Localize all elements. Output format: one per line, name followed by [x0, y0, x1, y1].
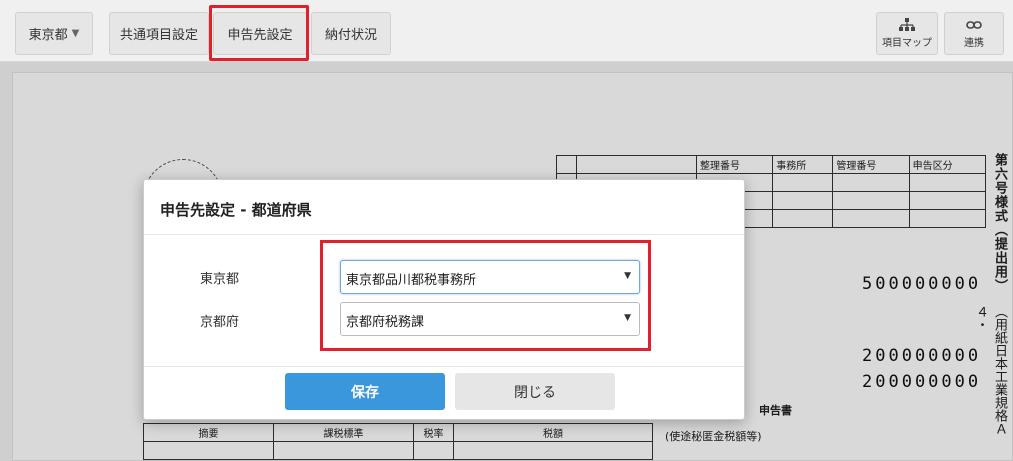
close-button[interactable]: 閉じる: [455, 373, 615, 410]
chevron-down-icon: ▼: [71, 28, 80, 39]
dialog-title: 申告先設定 - 都道府県: [160, 201, 312, 219]
tab-common-settings[interactable]: 共通項目設定: [109, 12, 209, 55]
sitemap-icon: [899, 18, 915, 31]
prefecture-selector[interactable]: 東京都 ▼: [15, 12, 93, 55]
toolbar: 東京都 ▼ 共通項目設定 申告先設定 納付状況 項目マップ 連携: [0, 0, 1013, 62]
integration-label: 連携: [964, 38, 984, 49]
select-highlight-box: [320, 240, 651, 351]
save-button[interactable]: 保存: [285, 373, 445, 410]
tab-payment-status[interactable]: 納付状況: [311, 12, 391, 55]
row-label-tokyo: 東京都: [200, 272, 240, 287]
tab-highlight-box: [209, 5, 309, 61]
integration-button[interactable]: 連携: [944, 12, 1004, 55]
row-label-kyoto: 京都府: [200, 315, 240, 330]
item-map-button[interactable]: 項目マップ: [876, 12, 938, 55]
dialog-divider: [144, 234, 744, 235]
prefecture-selector-label: 東京都: [28, 28, 68, 43]
link-icon: [966, 21, 982, 29]
item-map-label: 項目マップ: [882, 38, 932, 49]
dialog-footer-divider: [144, 366, 744, 367]
